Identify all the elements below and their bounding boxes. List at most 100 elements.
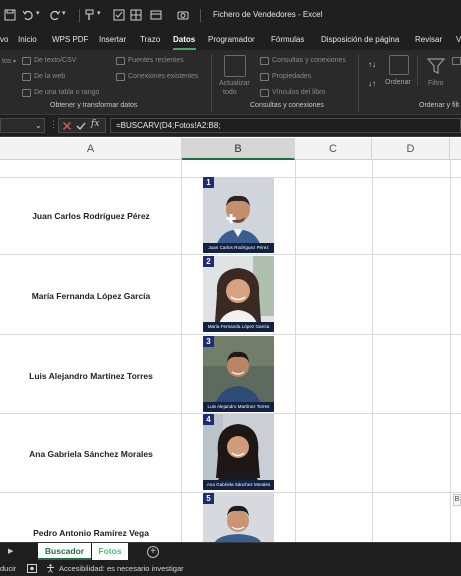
cell-seller-name[interactable]: Juan Carlos Rodríguez Pérez <box>0 211 182 221</box>
redo-icon[interactable] <box>49 9 61 21</box>
undo-icon[interactable] <box>22 9 34 21</box>
refresh-all-label[interactable]: Actualizar <box>219 80 250 87</box>
status-mode: ducir <box>0 564 17 573</box>
table-range-icon <box>22 89 31 97</box>
seller-photo[interactable]: 2 María Fernanda López García <box>203 256 274 332</box>
sheet-tabs-bar: ▶ Buscador Fotos + <box>0 542 461 561</box>
column-header-e[interactable] <box>450 138 461 160</box>
grid-icon[interactable] <box>130 9 142 21</box>
cancel-icon[interactable] <box>62 121 72 131</box>
checkbox-icon[interactable] <box>113 9 125 21</box>
workbook-links-button[interactable]: Vínculos del libro <box>272 89 325 96</box>
tab-trazo[interactable]: Trazo <box>140 35 160 44</box>
status-bar: ducir Accesibilidad: es necesario invest… <box>0 561 461 576</box>
tab-formulas[interactable]: Fórmulas <box>271 35 304 44</box>
column-header-d[interactable]: D <box>372 138 450 160</box>
photo-caption: Luis Alejandro Martínez Torres <box>203 402 274 412</box>
cell-seller-name[interactable]: María Fernanda López García <box>0 291 182 301</box>
tab-vista[interactable]: V <box>456 35 461 44</box>
menu-bar: vo Inicio WPS PDF Insertar Trazo Datos P… <box>0 31 461 50</box>
from-table-range-button[interactable]: De una tabla o rango <box>34 89 99 96</box>
filter-button[interactable]: Filtro <box>428 80 444 87</box>
from-text-csv-button[interactable]: De texto/CSV <box>34 57 76 64</box>
get-data-side-label[interactable]: tos ▾ <box>2 58 16 65</box>
formula-bar-grip-icon: ⋮ <box>49 119 58 129</box>
add-sheet-icon[interactable]: + <box>147 546 159 558</box>
queries-connections-button[interactable]: Consultas y conexiones <box>272 57 346 64</box>
existing-connections-button[interactable]: Conexiones existentes <box>128 73 198 80</box>
refresh-all-label-2[interactable]: todo <box>223 89 237 96</box>
refresh-all-icon[interactable] <box>224 55 246 77</box>
properties-button[interactable]: Propiedades <box>272 73 311 80</box>
tab-disposicion[interactable]: Disposición de página <box>321 35 399 44</box>
table-icon[interactable] <box>150 9 162 21</box>
gridline <box>0 334 461 335</box>
from-web-button[interactable]: De la web <box>34 73 65 80</box>
sort-az-icon[interactable]: ↑↓ <box>368 60 376 69</box>
accessibility-status[interactable]: Accesibilidad: es necesario investigar <box>59 564 184 573</box>
sheet-tab-buscador[interactable]: Buscador <box>38 543 91 560</box>
dropdown-icon[interactable]: ▾ <box>97 9 101 17</box>
photo-caption: Ana Gabriela Sánchez Morales <box>203 480 274 490</box>
sort-button[interactable]: Ordenar <box>385 79 411 86</box>
cell-seller-name[interactable]: Pedro Antonio Ramírez Vega <box>0 528 182 538</box>
tab-programador[interactable]: Programador <box>208 35 255 44</box>
seller-portrait <box>203 336 274 412</box>
seller-photo[interactable]: 4 Ana Gabriela Sánchez Morales <box>203 414 274 490</box>
gridline <box>450 160 451 542</box>
seller-photo[interactable]: 5 <box>203 493 274 542</box>
group-label-sort-filter: Ordenar y filt <box>419 102 460 109</box>
tab-datos[interactable]: Datos <box>173 35 195 44</box>
properties-icon <box>260 73 269 81</box>
tab-insertar[interactable]: Insertar <box>99 35 126 44</box>
cell-seller-name[interactable]: Ana Gabriela Sánchez Morales <box>0 449 182 459</box>
photo-number-badge: 1 <box>203 177 214 188</box>
camera-icon[interactable] <box>177 9 189 21</box>
accessibility-icon[interactable] <box>46 564 55 573</box>
titlebar-divider <box>200 9 201 22</box>
macro-record-icon[interactable] <box>27 564 37 573</box>
save-icon[interactable] <box>4 9 16 21</box>
photo-number-badge: 3 <box>203 336 214 347</box>
sort-za-icon[interactable]: ↓↑ <box>368 79 376 88</box>
formula-input[interactable]: =BUSCARV(D4;Fotos!A2:B8; <box>110 118 461 133</box>
filter-icon[interactable] <box>426 56 446 76</box>
recent-sources-icon <box>116 57 125 65</box>
sheet-tab-fotos[interactable]: Fotos <box>92 543 128 560</box>
photo-caption: Juan Carlos Rodríguez Pérez <box>203 243 274 253</box>
tab-inicio[interactable]: Inicio <box>18 35 37 44</box>
confirm-icon[interactable] <box>76 121 86 131</box>
clear-filter-icon[interactable] <box>452 57 461 65</box>
column-header-b[interactable]: B <box>182 138 295 160</box>
photo-number-badge: 5 <box>203 493 214 504</box>
tab-revisar[interactable]: Revisar <box>415 35 442 44</box>
column-header-c[interactable]: C <box>295 138 372 160</box>
gridline <box>0 254 461 255</box>
seller-portrait <box>203 177 274 253</box>
side-marker: B <box>453 494 461 506</box>
name-box[interactable]: ⌄ <box>0 118 45 133</box>
sort-icon[interactable] <box>389 55 409 75</box>
sheet-nav-arrow-icon[interactable]: ▶ <box>8 547 13 555</box>
formula-tools: fx <box>58 118 106 133</box>
format-painter-icon[interactable] <box>84 9 96 21</box>
column-headers: A B C D <box>0 138 461 160</box>
seller-photo[interactable]: 3 Luis Alejandro Martínez Torres <box>203 336 274 412</box>
cell-cursor-icon: ✚ <box>226 212 237 226</box>
web-icon <box>22 73 31 81</box>
seller-photo[interactable]: 1 Juan Carlos Rodríguez Pérez <box>203 177 274 253</box>
cell-seller-name[interactable]: Luis Alejandro Martínez Torres <box>0 371 182 381</box>
ribbon-group-divider <box>211 54 212 112</box>
existing-connections-icon <box>116 73 125 81</box>
insert-function-icon[interactable]: fx <box>91 119 99 129</box>
tab-wps-pdf[interactable]: WPS PDF <box>52 35 88 44</box>
column-header-a[interactable]: A <box>0 138 182 160</box>
worksheet-grid[interactable]: Juan Carlos Rodríguez Pérez 1 Juan Carlo… <box>0 160 461 542</box>
chevron-down-icon[interactable]: ⌄ <box>35 121 42 130</box>
redo-dropdown-icon[interactable]: ▾ <box>62 9 66 17</box>
tab-archivo[interactable]: vo <box>0 35 8 44</box>
text-csv-icon <box>22 57 31 65</box>
undo-dropdown-icon[interactable]: ▾ <box>36 9 40 17</box>
titlebar-divider <box>79 9 80 22</box>
recent-sources-button[interactable]: Fuentes recientes <box>128 57 184 64</box>
